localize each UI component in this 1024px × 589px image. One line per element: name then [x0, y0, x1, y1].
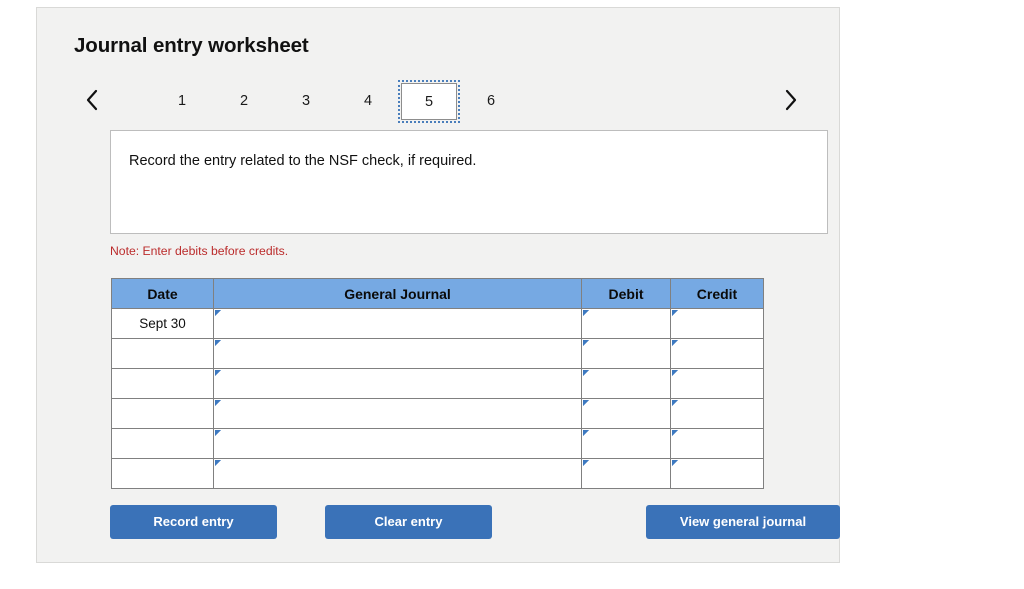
column-header-debit: Debit: [581, 278, 671, 309]
table-row: [111, 368, 764, 399]
table-row: [111, 398, 764, 429]
chevron-right-icon: [783, 88, 798, 112]
chevron-left-icon: [85, 88, 100, 112]
table-row: [111, 458, 764, 489]
cell-debit[interactable]: [581, 308, 671, 339]
instruction-box: Record the entry related to the NSF chec…: [110, 130, 828, 234]
credit-picker-icon[interactable]: [672, 400, 678, 412]
debit-picker-icon[interactable]: [583, 400, 589, 412]
worksheet-tab-3[interactable]: 3: [278, 83, 334, 120]
table-row: [111, 338, 764, 369]
column-header-credit: Credit: [670, 278, 764, 309]
debit-picker-icon[interactable]: [583, 430, 589, 442]
worksheet-tab-2[interactable]: 2: [216, 83, 272, 120]
cell-credit[interactable]: [670, 368, 764, 399]
debit-picker-icon[interactable]: [583, 340, 589, 352]
cell-credit[interactable]: [670, 308, 764, 339]
worksheet-tab-6[interactable]: 6: [463, 83, 519, 120]
cell-general-journal[interactable]: [213, 338, 582, 369]
worksheet-tab-strip: 1 2 3 4 5 6: [70, 76, 806, 127]
worksheet-tab-4[interactable]: 4: [340, 83, 396, 120]
journal-entry-card: Journal entry worksheet 1 2 3 4 5 6 Reco…: [36, 7, 840, 563]
worksheet-tab-1[interactable]: 1: [154, 83, 210, 120]
previous-worksheet-button[interactable]: [78, 84, 106, 116]
debit-picker-icon[interactable]: [583, 460, 589, 472]
instruction-text: Record the entry related to the NSF chec…: [129, 153, 477, 169]
account-picker-icon[interactable]: [215, 460, 221, 472]
cell-general-journal[interactable]: [213, 428, 582, 459]
cell-credit[interactable]: [670, 338, 764, 369]
cell-date[interactable]: [111, 458, 214, 489]
page-title: Journal entry worksheet: [74, 34, 309, 57]
account-picker-icon[interactable]: [215, 370, 221, 382]
cell-date[interactable]: [111, 428, 214, 459]
cell-general-journal[interactable]: [213, 308, 582, 339]
debit-picker-icon[interactable]: [583, 310, 589, 322]
credit-picker-icon[interactable]: [672, 340, 678, 352]
account-picker-icon[interactable]: [215, 400, 221, 412]
cell-debit[interactable]: [581, 458, 671, 489]
account-picker-icon[interactable]: [215, 310, 221, 322]
cell-general-journal[interactable]: [213, 368, 582, 399]
debit-picker-icon[interactable]: [583, 370, 589, 382]
cell-debit[interactable]: [581, 368, 671, 399]
table-header-row: Date General Journal Debit Credit: [111, 278, 764, 309]
cell-general-journal[interactable]: [213, 398, 582, 429]
cell-date[interactable]: [111, 368, 214, 399]
cell-debit[interactable]: [581, 338, 671, 369]
debits-before-credits-note: Note: Enter debits before credits.: [110, 244, 289, 258]
view-general-journal-button[interactable]: View general journal: [646, 505, 840, 539]
next-worksheet-button[interactable]: [776, 84, 804, 116]
cell-debit[interactable]: [581, 398, 671, 429]
column-header-date: Date: [111, 278, 214, 309]
column-header-general-journal: General Journal: [213, 278, 582, 309]
cell-date[interactable]: [111, 338, 214, 369]
table-row: Sept 30: [111, 308, 764, 339]
cell-credit[interactable]: [670, 398, 764, 429]
cell-date[interactable]: Sept 30: [111, 308, 214, 339]
credit-picker-icon[interactable]: [672, 370, 678, 382]
cell-credit[interactable]: [670, 428, 764, 459]
account-picker-icon[interactable]: [215, 430, 221, 442]
credit-picker-icon[interactable]: [672, 430, 678, 442]
cell-general-journal[interactable]: [213, 458, 582, 489]
cell-debit[interactable]: [581, 428, 671, 459]
record-entry-button[interactable]: Record entry: [110, 505, 277, 539]
general-journal-table: Date General Journal Debit Credit Sept 3…: [111, 278, 764, 489]
cell-date[interactable]: [111, 398, 214, 429]
table-row: [111, 428, 764, 459]
cell-credit[interactable]: [670, 458, 764, 489]
account-picker-icon[interactable]: [215, 340, 221, 352]
clear-entry-button[interactable]: Clear entry: [325, 505, 492, 539]
worksheet-tab-5[interactable]: 5: [398, 80, 460, 123]
credit-picker-icon[interactable]: [672, 460, 678, 472]
credit-picker-icon[interactable]: [672, 310, 678, 322]
